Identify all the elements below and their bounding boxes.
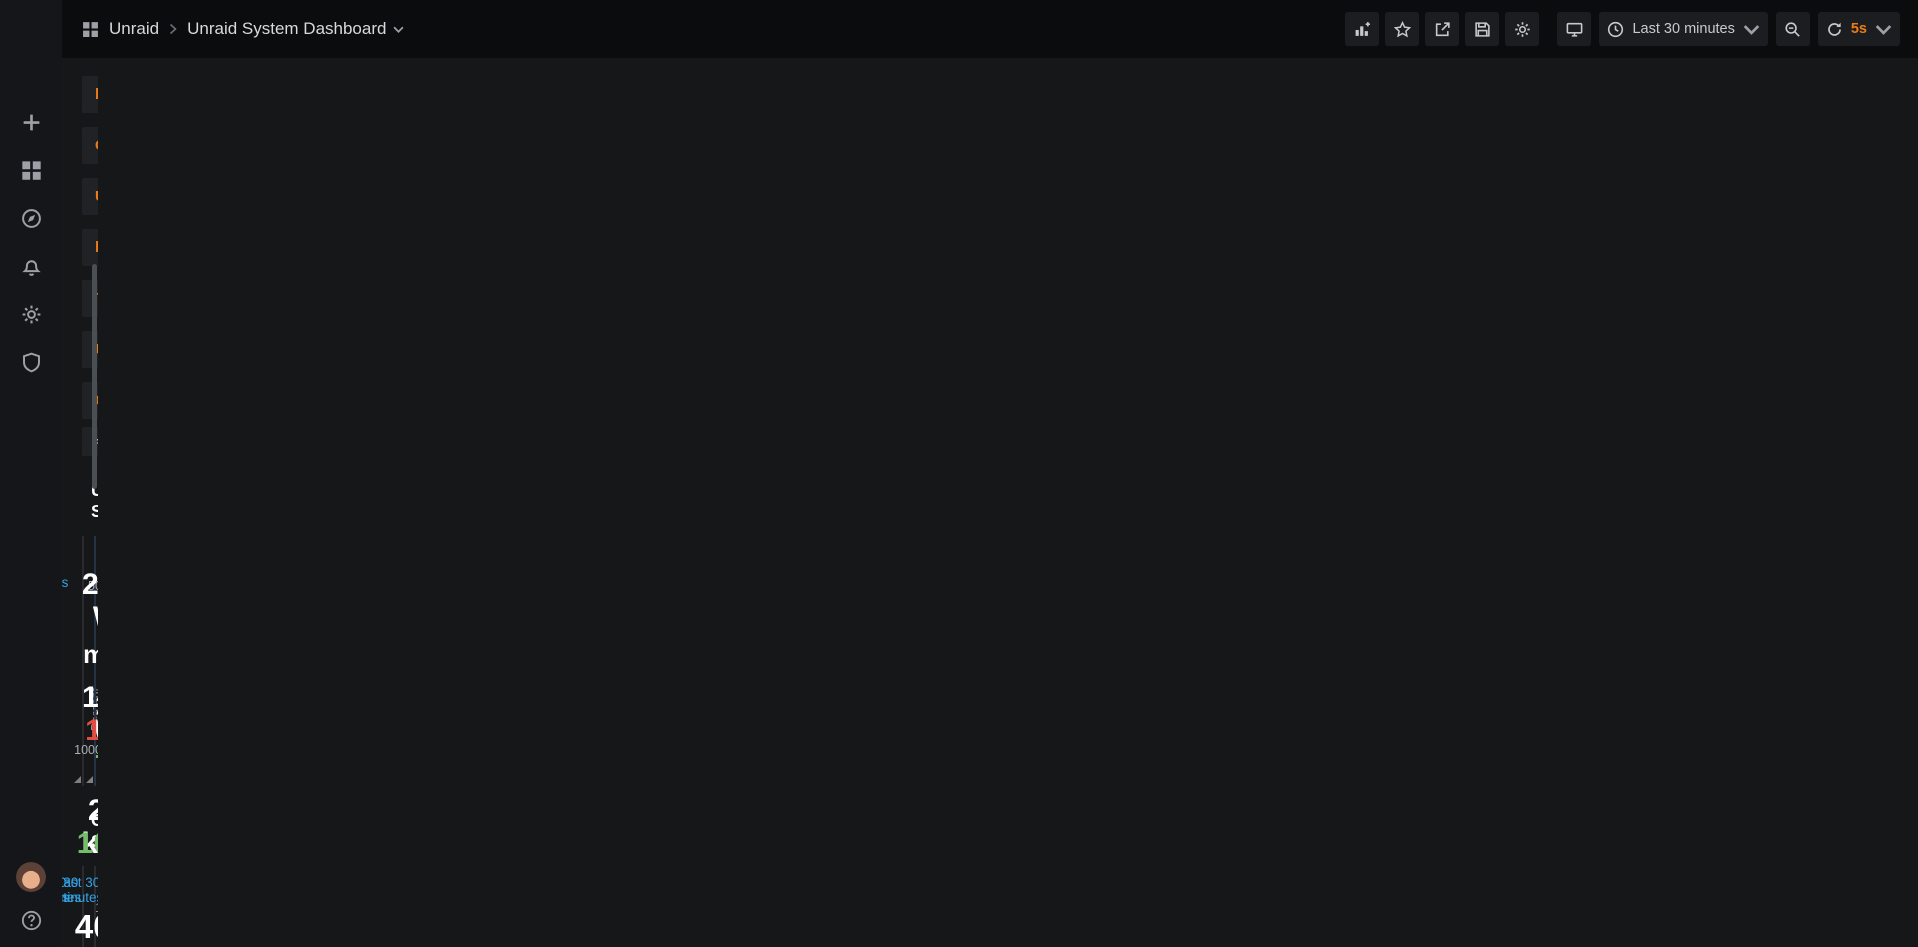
caret-down-icon xyxy=(1875,21,1892,38)
gear-icon xyxy=(1514,21,1531,38)
chevron-right-icon xyxy=(169,23,177,35)
navbar-actions: Last 30 minutes 5s xyxy=(1345,12,1900,46)
top-navbar: Unraid Unraid System Dashboard xyxy=(62,0,1918,58)
shield-icon xyxy=(21,352,42,373)
apps-grid-icon xyxy=(82,21,99,38)
user-avatar[interactable] xyxy=(16,862,46,892)
time-override[interactable]: Last 12 hours xyxy=(62,545,75,590)
page-title: Unraid System Dashboard xyxy=(187,19,386,39)
dashboard-title-dropdown[interactable]: Unraid System Dashboard xyxy=(187,19,404,39)
clock-icon xyxy=(1607,21,1624,38)
caret-down-icon xyxy=(393,26,404,33)
add-panel-button[interactable] xyxy=(1345,12,1379,46)
time-range-picker[interactable]: Last 30 minutes xyxy=(1599,12,1767,46)
help-button[interactable] xyxy=(21,910,42,931)
scrollbar-thumb[interactable] xyxy=(92,264,97,489)
zoom-out-button[interactable] xyxy=(1776,12,1810,46)
grafana-logo[interactable] xyxy=(11,10,51,50)
sidebar-create-button[interactable] xyxy=(21,112,42,133)
breadcrumb-app[interactable]: Unraid xyxy=(109,19,159,39)
gear-icon xyxy=(21,304,42,325)
refresh-button[interactable]: 5s xyxy=(1818,12,1900,46)
sidebar-alerting-button[interactable] xyxy=(21,256,42,277)
page-scrollbar[interactable] xyxy=(91,116,98,947)
avatar-icon xyxy=(16,862,46,892)
sidebar-bottom xyxy=(16,862,46,931)
grafana-app: Unraid Unraid System Dashboard xyxy=(0,0,1918,947)
question-icon xyxy=(21,910,42,931)
sidebar xyxy=(0,0,62,947)
bell-icon xyxy=(21,256,42,277)
grafana-flame-icon xyxy=(13,12,49,48)
refresh-icon xyxy=(1826,21,1843,38)
monitor-icon xyxy=(1566,21,1583,38)
variable-label: kWh Price xyxy=(95,86,98,103)
dashboard-actions xyxy=(1345,12,1539,46)
share-dashboard-button[interactable] xyxy=(1425,12,1459,46)
time-range-label: Last 30 minutes xyxy=(1632,21,1734,37)
time-override-label: Last 12 hours xyxy=(62,545,75,590)
cycle-view-mode-button[interactable] xyxy=(1557,12,1591,46)
breadcrumb: Unraid Unraid System Dashboard xyxy=(82,19,404,39)
save-dashboard-button[interactable] xyxy=(1465,12,1499,46)
variable-kwh-price[interactable]: kWh Price 0.65 xyxy=(82,76,98,113)
plus-icon xyxy=(21,112,42,133)
caret-down-icon xyxy=(1743,21,1760,38)
star-icon xyxy=(1394,21,1411,38)
dashboards-grid-icon xyxy=(21,160,42,181)
refresh-interval-label: 5s xyxy=(1851,21,1867,37)
add-panel-icon xyxy=(1354,21,1371,38)
main-area: Unraid Unraid System Dashboard xyxy=(62,0,1918,947)
zoom-out-icon xyxy=(1784,21,1801,38)
sidebar-configuration-button[interactable] xyxy=(21,304,42,325)
save-icon xyxy=(1474,21,1491,38)
dashboard-area: kWh Price 0.65 Currency kr UPS Max Outpu… xyxy=(62,58,98,947)
sidebar-menu xyxy=(21,112,42,373)
mark-favorite-button[interactable] xyxy=(1385,12,1419,46)
sidebar-explore-button[interactable] xyxy=(21,208,42,229)
dashboard-settings-button[interactable] xyxy=(1505,12,1539,46)
compass-icon xyxy=(21,208,42,229)
share-icon xyxy=(1434,21,1451,38)
sidebar-dashboards-button[interactable] xyxy=(21,160,42,181)
sidebar-server-admin-button[interactable] xyxy=(21,352,42,373)
